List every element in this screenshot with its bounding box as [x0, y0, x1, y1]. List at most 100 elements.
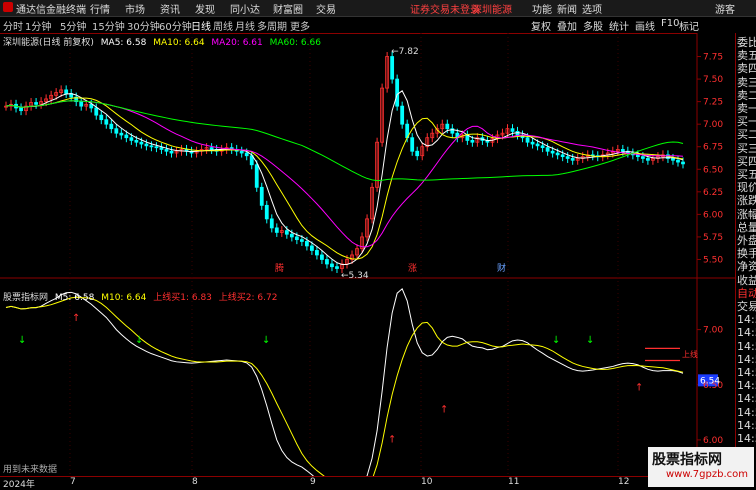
- y-tick-label: 5.50: [703, 255, 723, 265]
- sub-y-tick-label: 6.00: [703, 436, 723, 446]
- y-tick-label: 6.50: [703, 165, 723, 175]
- candle-body: [681, 161, 685, 165]
- period-60min[interactable]: 60分钟: [159, 18, 192, 33]
- period-5min[interactable]: 5分钟: [60, 18, 86, 33]
- menu-news[interactable]: 资讯: [160, 1, 180, 16]
- tool-mark[interactable]: 标记: [679, 18, 699, 33]
- menu-market-2[interactable]: 市场: [125, 1, 145, 16]
- m5-label: M5: 6.58: [54, 293, 95, 303]
- candle-body: [244, 152, 249, 157]
- tool-statistics[interactable]: 统计: [609, 18, 629, 33]
- candle-body: [89, 103, 94, 109]
- candle-body: [335, 266, 339, 269]
- quote-panel: 委比 卖五 卖四 卖三 卖二 卖一 买一 买二 买三 买四 买五 现价 涨跌 涨幅 总量 外盘 换手 净资 收益 自动…: [735, 33, 756, 487]
- period-multi[interactable]: 多周期: [257, 18, 287, 33]
- quote-panel-label: 14:5: [737, 313, 756, 327]
- period-timeshare[interactable]: 分时: [3, 18, 23, 33]
- candle-body: [620, 149, 625, 152]
- period-1min[interactable]: 1分钟: [25, 18, 51, 33]
- period-30min[interactable]: 30分钟: [127, 18, 160, 33]
- quote-panel-label: 14:5: [737, 405, 756, 419]
- app-logo-icon: [3, 2, 13, 12]
- y-tick-label: 6.75: [703, 143, 723, 153]
- candle-body: [144, 143, 149, 147]
- candle-body: [555, 152, 560, 156]
- signal-arrow-icon: ↓: [552, 335, 560, 346]
- period-monthly[interactable]: 月线: [235, 18, 255, 33]
- period-15min[interactable]: 15分钟: [92, 18, 125, 33]
- quote-panel-label: 现价: [737, 181, 756, 195]
- period-weekly[interactable]: 周线: [213, 18, 233, 33]
- candle-body: [570, 158, 575, 161]
- menu-trade[interactable]: 交易: [316, 1, 336, 16]
- candle-body: [400, 105, 405, 125]
- quote-panel-label: 总量: [737, 220, 756, 234]
- event-marker: 财: [497, 262, 506, 274]
- candle-body: [169, 150, 174, 154]
- quote-panel-label: 卖五: [737, 49, 756, 63]
- quote-panel-label: 自动: [737, 286, 756, 300]
- candle-body: [294, 236, 299, 241]
- menu-news-right[interactable]: 新闻: [557, 1, 577, 16]
- quote-panel-label: 14:5: [737, 432, 756, 445]
- menu-options[interactable]: 选项: [582, 1, 602, 16]
- ma20-label: MA20: 6.61: [211, 38, 263, 48]
- candle-body: [94, 107, 99, 116]
- y-tick-label: 7.50: [703, 75, 723, 85]
- candle-body: [119, 132, 124, 136]
- candle-body: [149, 145, 154, 148]
- kline-chart[interactable]: 7.75 7.50 7.25 7.00 6.75 6.50 6.25 6.00 5.75 5.50…: [0, 33, 735, 476]
- signal-arrow-icon: ↑: [72, 313, 80, 324]
- toolbar: 复权 叠加 多股 统计 画线 F10 标记: [527, 17, 699, 33]
- candle-body: [325, 259, 329, 265]
- candle-body: [395, 78, 400, 107]
- menu-wealth[interactable]: 财富圈: [273, 1, 303, 16]
- tool-draw[interactable]: 画线: [635, 18, 655, 33]
- candle-body: [540, 145, 545, 149]
- date-dec: 12: [618, 477, 630, 487]
- quote-panel-label: 外盘: [737, 234, 756, 247]
- sub-y-tick-label: 7.00: [703, 326, 723, 336]
- candle-body: [645, 158, 650, 161]
- tool-multi-stock[interactable]: 多股: [583, 18, 603, 33]
- quote-panel-label: 14:5: [737, 352, 756, 366]
- menu-discover[interactable]: 发现: [195, 1, 215, 16]
- y-tick-label: 5.75: [703, 233, 723, 243]
- low-price-label: ←5.34: [341, 271, 369, 281]
- app-name: 通达信金融终端: [16, 5, 86, 16]
- tool-adjust[interactable]: 复权: [531, 18, 551, 33]
- candle-body: [535, 143, 540, 147]
- candle-body: [139, 141, 144, 145]
- stock-tag[interactable]: 深圳能源: [472, 1, 512, 16]
- signal-arrow-icon: ↓: [135, 335, 143, 346]
- period-more[interactable]: 更多: [290, 18, 310, 33]
- signal-level-label: 上线: [682, 349, 698, 359]
- candle-body: [299, 239, 304, 242]
- candle-body: [310, 245, 314, 251]
- tool-f10[interactable]: F10: [661, 18, 679, 29]
- signal-arrow-icon: ↑: [388, 434, 396, 445]
- quote-panel-label: 卖三: [737, 75, 756, 89]
- date-year: 2024年: [3, 480, 35, 490]
- signal-arrow-icon: ↑: [635, 382, 643, 393]
- candle-body: [284, 230, 289, 235]
- login-notice[interactable]: 证券交易未登录: [410, 1, 480, 16]
- candle-body: [99, 114, 104, 121]
- candle-body: [640, 156, 645, 159]
- guest-user[interactable]: 游客: [715, 1, 735, 16]
- candle-body: [560, 154, 565, 158]
- menu-function[interactable]: 功能: [532, 1, 552, 16]
- candle-body: [134, 140, 139, 143]
- tool-overlay[interactable]: 叠加: [557, 18, 577, 33]
- event-marker: 腾: [275, 262, 284, 274]
- watermark-url: www.7gpzb.com: [666, 469, 748, 480]
- candle-body: [545, 147, 550, 152]
- signal-arrow-icon: ↓: [586, 335, 594, 346]
- stock-title: 深圳能源(日线 前复权): [3, 38, 94, 48]
- period-daily[interactable]: 日线: [191, 18, 211, 33]
- menu-market[interactable]: 行情: [90, 1, 110, 16]
- candle-body: [259, 186, 264, 206]
- main-legend: 深圳能源(日线 前复权) MA5: 6.58 MA10: 6.64 MA20: …: [3, 35, 325, 48]
- candle-body: [64, 89, 69, 94]
- menu-tongxiaoda[interactable]: 同小达: [230, 1, 260, 16]
